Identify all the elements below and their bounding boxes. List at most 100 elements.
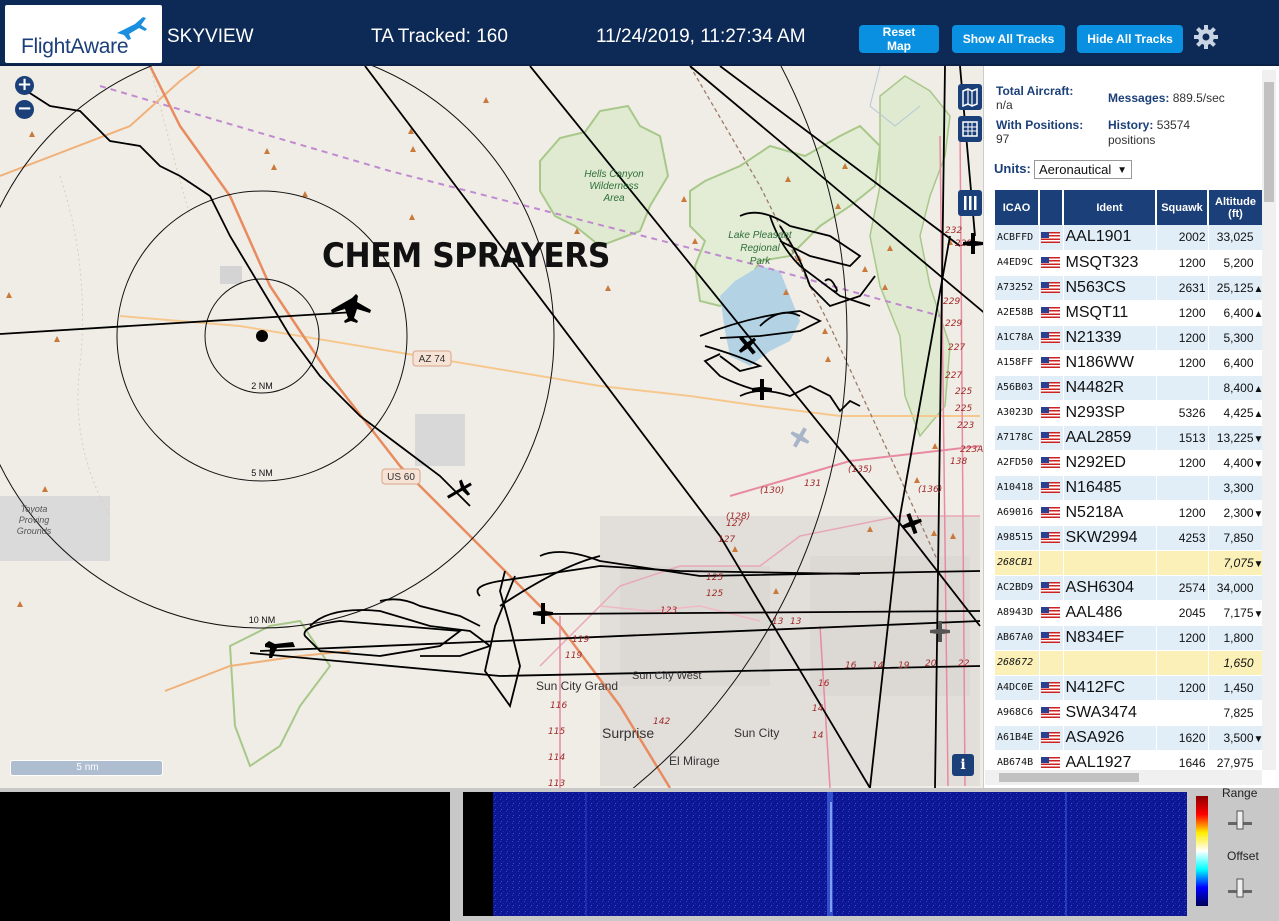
- flightaware-logo[interactable]: FlightAware: [5, 5, 162, 63]
- svg-text:225: 225: [955, 404, 972, 414]
- flag-cell: [1039, 425, 1064, 451]
- label-proving: Proving: [19, 515, 50, 525]
- table-row[interactable]: A61B4E ASA926 1620 3,500▼: [995, 725, 1264, 751]
- altitude-value: 1,650: [1223, 655, 1254, 670]
- table-row[interactable]: AB67A0 N834EF 1200 1,800: [995, 625, 1264, 651]
- units-select[interactable]: Aeronautical ▼: [1034, 160, 1132, 179]
- altitude-cell: 7,850: [1208, 525, 1264, 551]
- flag-cell: [1039, 325, 1064, 351]
- us60-label: US 60: [387, 472, 415, 483]
- ident-cell: AAL1901: [1063, 225, 1157, 251]
- us-flag-icon: [1040, 281, 1060, 293]
- flag-cell: [1039, 725, 1064, 751]
- altitude-value: 3,500: [1223, 730, 1254, 745]
- info-button[interactable]: i: [952, 754, 974, 776]
- table-row[interactable]: A10418 N16485 3,300: [995, 475, 1264, 501]
- col-flag: [1039, 190, 1064, 225]
- reset-map-button[interactable]: Reset Map: [859, 25, 939, 53]
- table-row[interactable]: A98515 SKW2994 4253 7,850: [995, 525, 1264, 551]
- table-row[interactable]: 268CB1 7,075▼: [995, 550, 1264, 576]
- table-row[interactable]: A69016 N5218A 1200 2,300▼: [995, 500, 1264, 526]
- squawk-cell: 1620: [1156, 725, 1209, 751]
- col-ident[interactable]: Ident: [1063, 190, 1157, 225]
- altitude-cell: 2,300▼: [1208, 500, 1264, 526]
- squawk-cell: 2574: [1156, 575, 1209, 601]
- ident-cell: SKW2994: [1063, 525, 1157, 551]
- altitude-value: 27,975: [1216, 755, 1254, 770]
- flag-cell: [1039, 400, 1064, 426]
- svg-text:14: 14: [812, 731, 824, 741]
- squawk-cell: 2045: [1156, 600, 1209, 626]
- table-row[interactable]: A73252 N563CS 2631 25,125▲: [995, 275, 1264, 301]
- flag-cell: [1039, 700, 1064, 726]
- map-view[interactable]: 232229229 229227227 225225223 223A138(13…: [0, 66, 983, 788]
- col-altitude[interactable]: Altitude (ft): [1208, 190, 1264, 225]
- squawk-cell: [1156, 550, 1209, 576]
- altitude-value: 4,425: [1223, 405, 1254, 420]
- panel-horizontal-scrollbar[interactable]: [985, 770, 1262, 785]
- table-row[interactable]: A3023D N293SP 5326 4,425▲: [995, 400, 1264, 426]
- altitude-value: 6,400: [1223, 355, 1254, 370]
- table-row[interactable]: A4ED9C MSQT323 1200 5,200: [995, 250, 1264, 276]
- ident-cell: [1063, 550, 1157, 576]
- zoom-in-button[interactable]: +: [15, 76, 34, 95]
- table-row[interactable]: A2E58B MSQT11 1200 6,400▲: [995, 300, 1264, 326]
- panel-vertical-scrollbar[interactable]: [1262, 70, 1276, 770]
- table-row[interactable]: A7178C AAL2859 1513 13,225▼: [995, 425, 1264, 451]
- table-row[interactable]: A158FF N186WW 1200 6,400: [995, 350, 1264, 376]
- table-row[interactable]: A968C6 SWA3474 7,825: [995, 700, 1264, 726]
- label-grounds: Grounds: [17, 526, 52, 536]
- grid-icon: [962, 121, 978, 137]
- squawk-cell: 1200: [1156, 625, 1209, 651]
- icao-cell: A10418: [995, 475, 1040, 501]
- table-row[interactable]: A1C78A N21339 1200 5,300: [995, 325, 1264, 351]
- waterfall-image: [493, 792, 1187, 916]
- squawk-cell: 1200: [1156, 300, 1209, 326]
- table-row[interactable]: A56B03 N4482R 8,400▲: [995, 375, 1264, 401]
- icao-cell: ACBFFD: [995, 225, 1040, 251]
- table-row[interactable]: 268672 1,650: [995, 650, 1264, 676]
- flag-cell: [1039, 525, 1064, 551]
- ring-label-10nm: 10 NM: [249, 615, 276, 625]
- grid-toggle-button[interactable]: [958, 116, 982, 142]
- units-label: Units:: [994, 161, 1031, 176]
- scrollbar-thumb[interactable]: [999, 773, 1139, 782]
- map-layers-button[interactable]: [958, 84, 982, 110]
- table-row[interactable]: A4DC0E N412FC 1200 1,450: [995, 675, 1264, 701]
- squawk-cell: 1200: [1156, 325, 1209, 351]
- scrollbar-thumb[interactable]: [1264, 82, 1274, 202]
- squawk-cell: 1200: [1156, 500, 1209, 526]
- svg-text:113: 113: [548, 779, 565, 788]
- icao-cell: A968C6: [995, 700, 1040, 726]
- hide-all-tracks-button[interactable]: Hide All Tracks: [1077, 25, 1183, 53]
- svg-text:20: 20: [925, 659, 937, 669]
- squawk-cell: [1156, 375, 1209, 401]
- total-aircraft-value: n/a: [996, 98, 1013, 112]
- table-row[interactable]: AC2BD9 ASH6304 2574 34,000: [995, 575, 1264, 601]
- aircraft-panel: Total Aircraft: n/a Messages: 889.5/sec …: [983, 66, 1279, 788]
- svg-text:227: 227: [945, 371, 962, 381]
- range-slider[interactable]: [1226, 808, 1254, 832]
- ident-cell: SWA3474: [1063, 700, 1157, 726]
- svg-text:138: 138: [950, 457, 967, 467]
- svg-text:116: 116: [550, 701, 567, 711]
- label-park: Park: [750, 256, 772, 267]
- svg-text:119: 119: [565, 651, 582, 661]
- show-all-tracks-button[interactable]: Show All Tracks: [952, 25, 1065, 53]
- icao-cell: A56B03: [995, 375, 1040, 401]
- columns-toggle-button[interactable]: [958, 190, 982, 216]
- col-squawk[interactable]: Squawk: [1156, 190, 1209, 225]
- label-hells-canyon: Hells Canyon: [584, 169, 644, 180]
- table-row[interactable]: A8943D AAL486 2045 7,175▼: [995, 600, 1264, 626]
- table-row[interactable]: A2FD50 N292ED 1200 4,400▼: [995, 450, 1264, 476]
- map-canvas[interactable]: 232229229 229227227 225225223 223A138(13…: [0, 66, 983, 788]
- table-row[interactable]: ACBFFD AAL1901 2002 33,025: [995, 225, 1264, 251]
- ident-cell: N186WW: [1063, 350, 1157, 376]
- offset-slider[interactable]: [1226, 876, 1254, 900]
- us-flag-icon: [1040, 231, 1060, 243]
- squawk-cell: 2002: [1156, 225, 1209, 251]
- svg-text:16: 16: [818, 679, 830, 689]
- gear-icon[interactable]: [1193, 24, 1219, 50]
- zoom-out-button[interactable]: −: [15, 100, 34, 119]
- col-icao[interactable]: ICAO: [995, 190, 1040, 225]
